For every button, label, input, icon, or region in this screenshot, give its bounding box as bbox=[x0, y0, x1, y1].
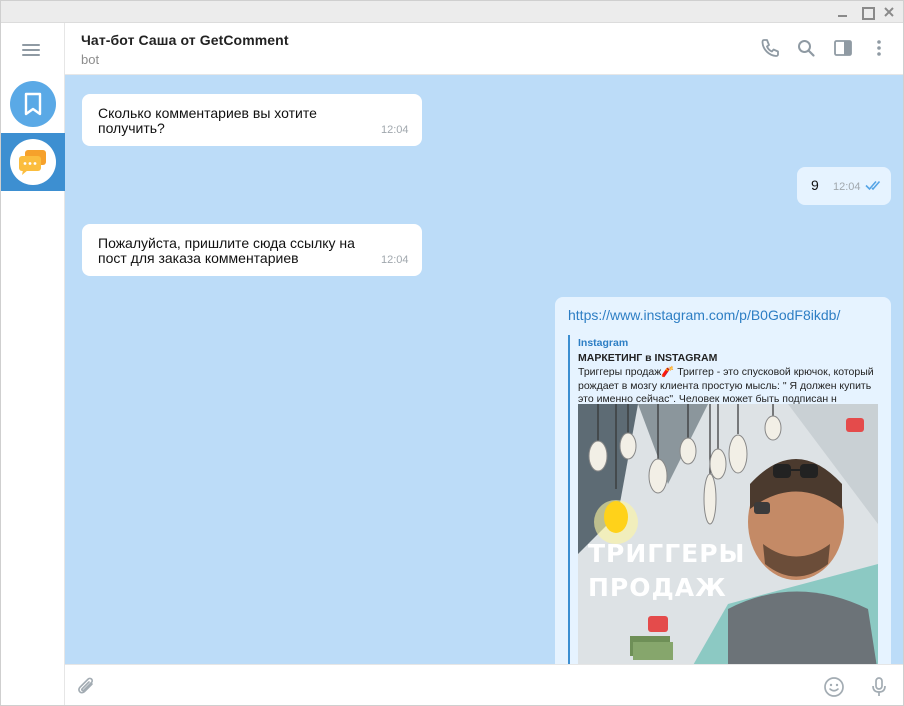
chat-header: Чат-бот Саша от GetComment bot bbox=[65, 23, 903, 75]
image-caption-line1: ТРИГГЕРЫ bbox=[588, 539, 746, 568]
message-text: Пожалуйста, пришлите сюда ссылку на пост… bbox=[98, 235, 355, 266]
message-text: 9 bbox=[811, 177, 819, 193]
message-outgoing[interactable]: 9 12:04 bbox=[797, 167, 891, 205]
message-composer bbox=[65, 664, 903, 705]
more-vertical-icon[interactable] bbox=[868, 37, 890, 59]
preview-title: МАРКЕТИНГ в INSTAGRAM bbox=[578, 352, 718, 364]
message-text: Сколько комментариев вы хотите получить? bbox=[98, 105, 317, 136]
message-time: 12:04 bbox=[833, 181, 861, 193]
message-time: 12:04 bbox=[381, 254, 409, 266]
message-input[interactable] bbox=[111, 673, 801, 699]
chat-item-bot[interactable] bbox=[1, 133, 65, 191]
microphone-icon[interactable] bbox=[867, 675, 891, 699]
search-icon[interactable] bbox=[795, 37, 817, 59]
chat-item-saved-messages[interactable] bbox=[1, 75, 65, 133]
message-time: 12:04 bbox=[381, 124, 409, 136]
message-scrollbar[interactable] bbox=[891, 75, 903, 664]
message-outgoing-link[interactable]: https://www.instagram.com/p/B0GodF8ikdb/… bbox=[555, 297, 891, 664]
message-list[interactable]: Сколько комментариев вы хотите получить?… bbox=[65, 75, 891, 664]
phone-icon[interactable] bbox=[759, 37, 781, 59]
double-check-icon bbox=[865, 179, 883, 191]
link-preview[interactable]: Instagram МАРКЕТИНГ в INSTAGRAM Триггеры… bbox=[568, 335, 880, 664]
lightbulbs-photo bbox=[578, 404, 878, 664]
maximize-icon[interactable] bbox=[857, 3, 877, 21]
bot-avatar bbox=[10, 139, 56, 185]
bookmark-icon bbox=[10, 81, 56, 127]
hamburger-menu-icon[interactable] bbox=[22, 43, 44, 59]
chat-rail bbox=[1, 23, 65, 705]
message-incoming[interactable]: Пожалуйста, пришлите сюда ссылку на пост… bbox=[82, 224, 422, 276]
telegram-window: Чат-бот Саша от GetComment bot Сколько к… bbox=[0, 0, 904, 706]
minimize-icon[interactable] bbox=[833, 3, 853, 21]
image-caption-line2: ПРОДАЖ bbox=[588, 573, 727, 602]
close-icon[interactable] bbox=[879, 3, 899, 21]
instagram-link[interactable]: https://www.instagram.com/p/B0GodF8ikdb/ bbox=[568, 308, 840, 323]
side-panel-icon[interactable] bbox=[832, 37, 854, 59]
preview-description: Триггеры продаж🧨 Триггер - это спусковой… bbox=[578, 366, 874, 405]
preview-site-name: Instagram bbox=[578, 337, 629, 349]
preview-image[interactable]: ТРИГГЕРЫ ПРОДАЖ bbox=[578, 404, 878, 664]
emoji-icon[interactable] bbox=[822, 675, 846, 699]
paperclip-icon[interactable] bbox=[75, 675, 99, 699]
title-bar bbox=[1, 1, 903, 23]
message-incoming[interactable]: Сколько комментариев вы хотите получить?… bbox=[82, 94, 422, 146]
chat-title[interactable]: Чат-бот Саша от GetComment bbox=[81, 32, 289, 48]
chat-subtitle: bot bbox=[81, 52, 100, 67]
